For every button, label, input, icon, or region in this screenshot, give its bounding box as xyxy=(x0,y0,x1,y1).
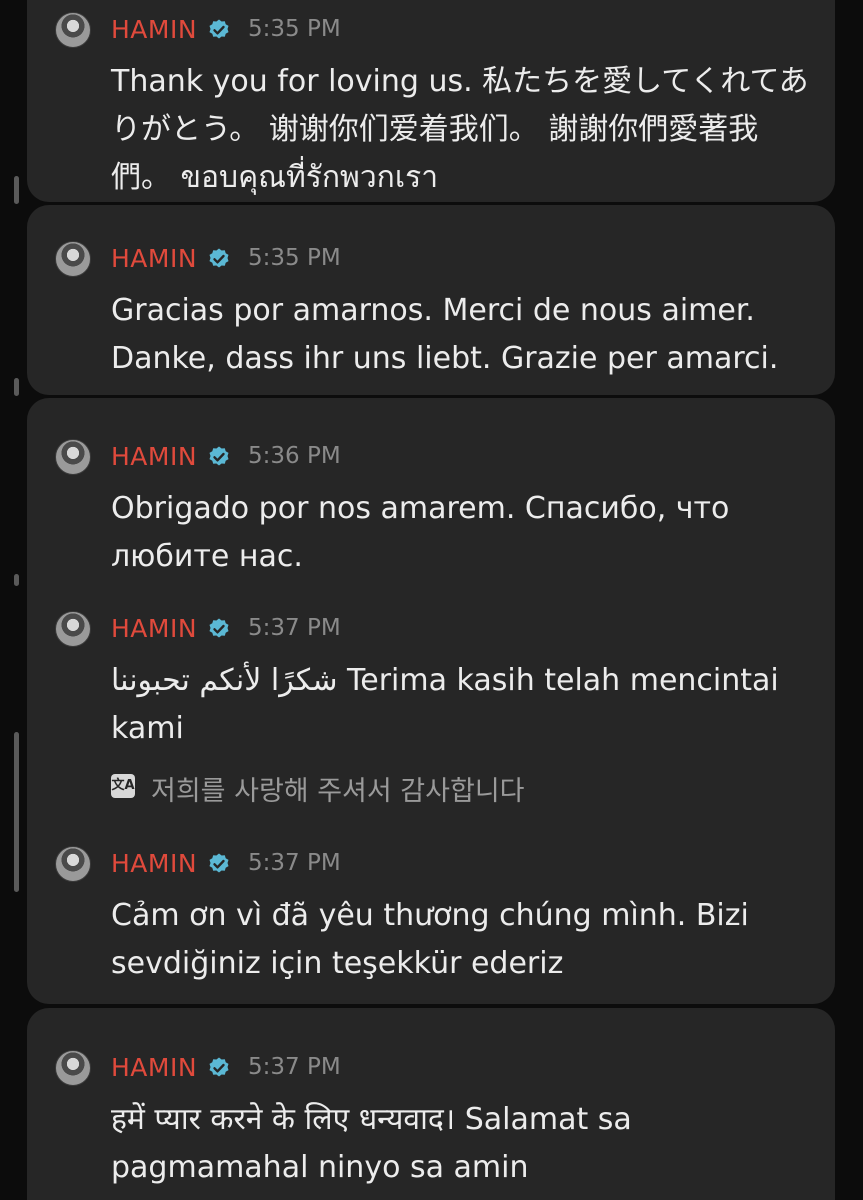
chat-screen: HAMIN 5:35 PM Thank you for loving us. 私… xyxy=(0,0,863,1200)
message-header: HAMIN 5:37 PM xyxy=(55,846,815,882)
scroll-indicator xyxy=(14,378,19,396)
message-time: 5:36 PM xyxy=(248,443,341,469)
message-text: Thank you for loving us. 私たちを愛してくれてありがとう… xyxy=(111,64,809,195)
message-header: HAMIN 5:35 PM xyxy=(55,241,815,277)
profile-avatar[interactable] xyxy=(55,241,91,277)
chat-message[interactable]: HAMIN 5:35 PM Thank you for loving us. 私… xyxy=(55,12,815,202)
verified-badge-icon xyxy=(209,1057,229,1077)
verified-badge-icon xyxy=(209,618,229,638)
message-time: 5:37 PM xyxy=(248,850,341,876)
translate-icon[interactable]: 文A xyxy=(111,774,135,798)
profile-avatar[interactable] xyxy=(55,1050,91,1086)
message-header: HAMIN 5:37 PM xyxy=(55,611,815,647)
username[interactable]: HAMIN xyxy=(111,15,197,44)
chat-message[interactable]: HAMIN 5:35 PM Gracias por amarnos. Merci… xyxy=(55,241,815,383)
username[interactable]: HAMIN xyxy=(111,849,197,878)
profile-avatar[interactable] xyxy=(55,611,91,647)
profile-avatar[interactable] xyxy=(55,12,91,48)
chat-message[interactable]: HAMIN 5:37 PM Cảm ơn vì đã yêu thương ch… xyxy=(55,846,815,988)
verified-badge-icon xyxy=(209,248,229,268)
message-text: Gracias por amarnos. Merci de nous aimer… xyxy=(111,293,779,376)
translation-row[interactable]: 文A 저희를 사랑해 주셔서 감사합니다 xyxy=(111,769,815,807)
verified-badge-icon xyxy=(209,19,229,39)
message-time: 5:35 PM xyxy=(248,16,341,42)
message-header: HAMIN 5:35 PM xyxy=(55,12,815,48)
chat-message[interactable]: HAMIN 5:36 PM Obrigado por nos amarem. С… xyxy=(55,439,815,581)
scroll-indicator xyxy=(14,574,19,586)
verified-badge-icon xyxy=(209,446,229,466)
message-time: 5:35 PM xyxy=(248,245,341,271)
translation-text: 저희를 사랑해 주셔서 감사합니다 xyxy=(151,776,525,807)
username[interactable]: HAMIN xyxy=(111,442,197,471)
username[interactable]: HAMIN xyxy=(111,614,197,643)
message-text: شكرًا لأنكم تحبوننا Terima kasih telah m… xyxy=(111,663,779,746)
message-text: Cảm ơn vì đã yêu thương chúng mình. Bizi… xyxy=(111,898,749,981)
message-header: HAMIN 5:36 PM xyxy=(55,439,815,475)
username[interactable]: HAMIN xyxy=(111,1053,197,1082)
message-text: हमें प्यार करने के लिए धन्यवाद। Salamat … xyxy=(111,1102,632,1185)
message-header: HAMIN 5:37 PM xyxy=(55,1050,815,1086)
message-time: 5:37 PM xyxy=(248,1054,341,1080)
username[interactable]: HAMIN xyxy=(111,244,197,273)
scroll-indicator xyxy=(14,176,19,204)
scroll-indicator xyxy=(14,732,19,892)
chat-message[interactable]: HAMIN 5:37 PM شكرًا لأنكم تحبوننا Terima… xyxy=(55,611,815,807)
profile-avatar[interactable] xyxy=(55,439,91,475)
profile-avatar[interactable] xyxy=(55,846,91,882)
message-time: 5:37 PM xyxy=(248,615,341,641)
verified-badge-icon xyxy=(209,853,229,873)
chat-message[interactable]: HAMIN 5:37 PM हमें प्यार करने के लिए धन्… xyxy=(55,1050,815,1192)
message-text: Obrigado por nos amarem. Спасибо, что лю… xyxy=(111,491,730,574)
